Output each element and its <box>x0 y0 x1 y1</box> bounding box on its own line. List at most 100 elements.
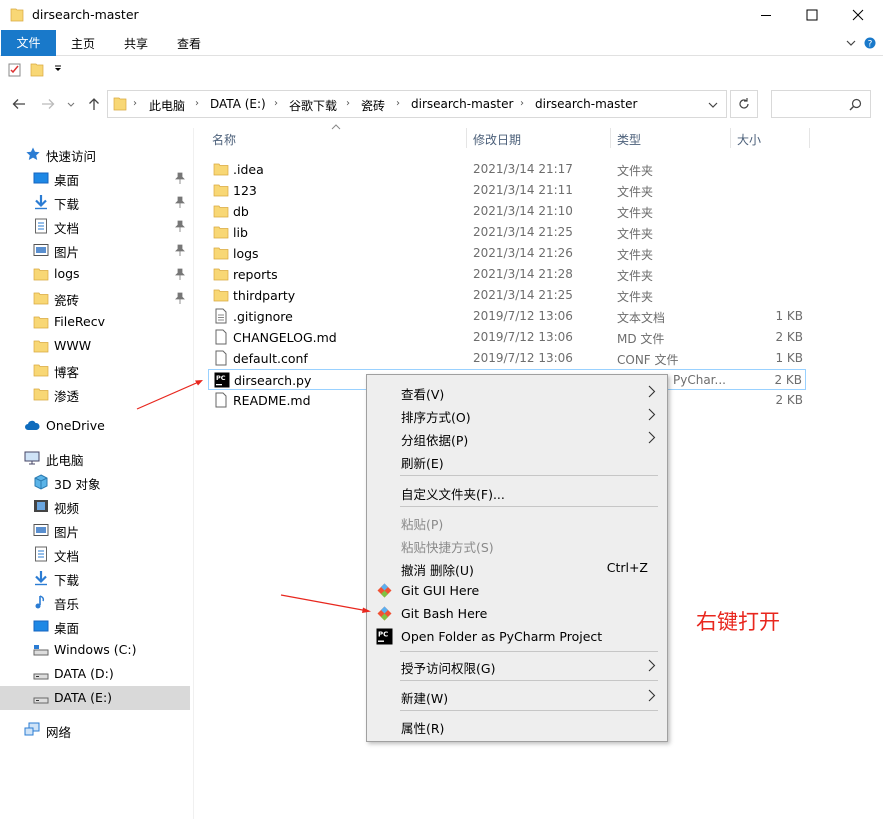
forward-icon[interactable] <box>40 96 56 112</box>
column-divider[interactable] <box>466 128 467 148</box>
refresh-button[interactable] <box>730 90 758 118</box>
sidebar-item-onedrive[interactable]: OneDrive <box>0 414 190 438</box>
back-icon[interactable] <box>11 96 27 112</box>
breadcrumb-item[interactable]: dirsearch-master <box>411 97 513 111</box>
desktop-icon <box>33 172 49 184</box>
file-row[interactable]: .idea 2021/3/14 21:17 文件夹 <box>208 159 806 180</box>
pin-icon[interactable] <box>175 244 185 256</box>
sidebar-item-logs[interactable]: logs <box>0 262 190 286</box>
help-icon[interactable]: ? <box>864 37 876 49</box>
customize-qat-icon[interactable] <box>54 65 62 73</box>
file-row[interactable]: CHANGELOG.md 2019/7/12 13:06 MD 文件 2 KB <box>208 327 806 348</box>
sidebar-item-drive-d[interactable]: DATA (D:) <box>0 662 190 686</box>
sidebar-item-drive-c[interactable]: Windows (C:) <box>0 638 190 662</box>
pin-icon[interactable] <box>175 172 185 184</box>
breadcrumb-item[interactable]: dirsearch-master <box>535 97 637 111</box>
sidebar-item-desktop-pc[interactable]: 桌面 <box>0 614 190 638</box>
menu-item-open-pycharm[interactable]: PC Open Folder as PyCharm Project <box>370 625 664 648</box>
pin-icon[interactable] <box>175 292 185 304</box>
column-divider[interactable] <box>610 128 611 148</box>
menu-item-sort[interactable]: 排序方式(O) <box>370 403 664 426</box>
tab-view[interactable]: 查看 <box>168 32 210 56</box>
tab-file[interactable]: 文件 <box>1 30 56 56</box>
column-divider[interactable] <box>730 128 731 148</box>
file-row[interactable]: lib 2021/3/14 21:25 文件夹 <box>208 222 806 243</box>
up-icon[interactable] <box>86 96 102 112</box>
sidebar-item-quick-access[interactable]: 快速访问 <box>0 142 190 166</box>
sidebar-item-blog[interactable]: 博客 <box>0 358 190 382</box>
pin-icon[interactable] <box>175 220 185 232</box>
menu-item-new[interactable]: 新建(W) <box>370 684 664 707</box>
column-header-size[interactable]: 大小 <box>737 131 761 148</box>
menu-separator <box>400 680 658 681</box>
breadcrumb-item[interactable]: 谷歌下载 <box>289 97 337 114</box>
menu-item-undo-delete[interactable]: 撤消 删除(U) Ctrl+Z <box>370 556 664 579</box>
menu-item-refresh[interactable]: 刷新(E) <box>370 449 664 472</box>
address-dropdown-icon[interactable] <box>708 100 718 110</box>
sidebar-item-pentest[interactable]: 渗透 <box>0 382 190 406</box>
breadcrumb-item[interactable]: 此电脑 <box>149 97 185 114</box>
file-row[interactable]: reports 2021/3/14 21:28 文件夹 <box>208 264 806 285</box>
sidebar-item-3d-objects[interactable]: 3D 对象 <box>0 470 190 494</box>
menu-item-properties[interactable]: 属性(R) <box>370 714 664 737</box>
expand-ribbon-icon[interactable] <box>846 38 856 48</box>
file-row[interactable]: .gitignore 2019/7/12 13:06 文本文档 1 KB <box>208 306 806 327</box>
column-header-date[interactable]: 修改日期 <box>473 131 521 148</box>
address-bar[interactable]: › 此电脑 › DATA (E:) › 谷歌下载 › 瓷砖 › dirsearc… <box>107 90 727 118</box>
sidebar-item-documents-pc[interactable]: 文档 <box>0 542 190 566</box>
pane-divider[interactable] <box>193 128 194 819</box>
sidebar-item-label: WWW <box>54 338 92 353</box>
recent-locations-icon[interactable] <box>66 96 76 112</box>
sidebar-item-downloads-pc[interactable]: 下载 <box>0 566 190 590</box>
file-name: default.conf <box>233 351 308 366</box>
breadcrumb-item[interactable]: DATA (E:) <box>210 97 266 111</box>
sidebar-item-network[interactable]: 网络 <box>0 718 190 742</box>
menu-item-git-gui[interactable]: Git GUI Here <box>370 579 664 602</box>
sidebar-item-downloads[interactable]: 下载 <box>0 190 190 214</box>
sidebar-item-drive-e[interactable]: DATA (E:) <box>0 686 190 710</box>
menu-item-label: 刷新(E) <box>401 456 444 471</box>
sidebar-item-pictures-pc[interactable]: 图片 <box>0 518 190 542</box>
tab-share[interactable]: 共享 <box>115 32 157 56</box>
file-row[interactable]: thirdparty 2021/3/14 21:25 文件夹 <box>208 285 806 306</box>
menu-item-view[interactable]: 查看(V) <box>370 380 664 403</box>
sidebar-item-www[interactable]: WWW <box>0 334 190 358</box>
sidebar-item-tiles[interactable]: 瓷砖 <box>0 286 190 310</box>
breadcrumb-separator-icon: › <box>274 98 278 109</box>
menu-item-grant-access[interactable]: 授予访问权限(G) <box>370 654 664 677</box>
sidebar-item-documents[interactable]: 文档 <box>0 214 190 238</box>
column-header-type[interactable]: 类型 <box>617 131 641 148</box>
minimize-button[interactable] <box>743 0 789 30</box>
menu-item-label: 属性(R) <box>401 721 445 736</box>
search-input[interactable] <box>771 90 871 118</box>
music-icon <box>35 595 45 609</box>
menu-item-git-bash[interactable]: Git Bash Here <box>370 602 664 625</box>
sidebar-item-this-pc[interactable]: 此电脑 <box>0 446 190 470</box>
file-row[interactable]: logs 2021/3/14 21:26 文件夹 <box>208 243 806 264</box>
folder-icon <box>213 205 229 218</box>
menu-item-customize-folder[interactable]: 自定义文件夹(F)... <box>370 480 664 503</box>
maximize-button[interactable] <box>789 0 835 30</box>
sidebar-item-pictures[interactable]: 图片 <box>0 238 190 262</box>
download-icon <box>35 571 47 586</box>
file-row[interactable]: 123 2021/3/14 21:11 文件夹 <box>208 180 806 201</box>
sidebar-item-videos[interactable]: 视频 <box>0 494 190 518</box>
properties-icon[interactable] <box>8 62 22 77</box>
folder-icon <box>33 340 49 353</box>
file-row[interactable]: default.conf 2019/7/12 13:06 CONF 文件 1 K… <box>208 348 806 369</box>
tab-home[interactable]: 主页 <box>62 32 104 56</box>
breadcrumb-item[interactable]: 瓷砖 <box>361 97 385 114</box>
sidebar-item-label: Windows (C:) <box>54 642 137 657</box>
new-folder-icon[interactable] <box>30 62 44 77</box>
pin-icon[interactable] <box>175 268 185 280</box>
sidebar-item-desktop[interactable]: 桌面 <box>0 166 190 190</box>
sidebar-item-music[interactable]: 音乐 <box>0 590 190 614</box>
pin-icon[interactable] <box>175 196 185 208</box>
close-button[interactable] <box>835 0 881 30</box>
sidebar-item-filerecv[interactable]: FileRecv <box>0 310 190 334</box>
file-row[interactable]: db 2021/3/14 21:10 文件夹 <box>208 201 806 222</box>
refresh-icon <box>739 98 749 109</box>
column-header-name[interactable]: 名称 <box>212 131 236 148</box>
menu-item-group[interactable]: 分组依据(P) <box>370 426 664 449</box>
column-divider[interactable] <box>809 128 810 148</box>
